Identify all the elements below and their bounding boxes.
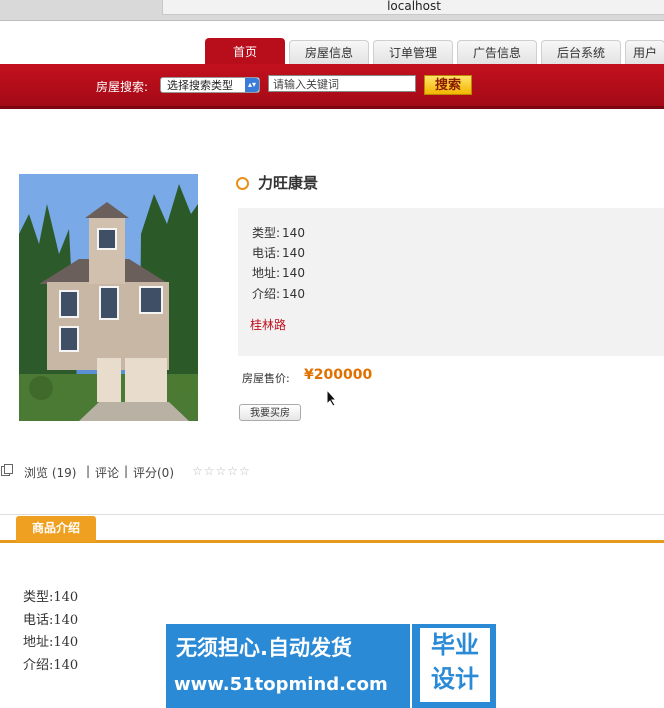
- detail-type-value: 140: [53, 590, 79, 605]
- detail-type: 类型:140: [23, 586, 78, 605]
- product-title: 力旺康景: [258, 174, 319, 192]
- info-address: 地址: 140: [250, 264, 305, 281]
- address-bar[interactable]: localhost: [162, 0, 664, 15]
- watermark-badge: 毕业 设计: [410, 624, 496, 708]
- search-button[interactable]: 搜索: [424, 75, 472, 95]
- select-arrows-icon: ▴▾: [245, 78, 259, 92]
- price-value: ¥200000: [304, 367, 373, 383]
- info-intro: 介绍: 140: [250, 285, 305, 302]
- detail-address-label: 地址:: [23, 635, 54, 650]
- info-type-value: 140: [282, 226, 305, 240]
- watermark-url: www.51topmind.com: [174, 674, 388, 695]
- tab-order-management[interactable]: 订单管理: [373, 40, 453, 64]
- buy-house-button[interactable]: 我要买房: [239, 404, 301, 421]
- tab-house-info[interactable]: 房屋信息: [289, 40, 369, 64]
- stats-separator: |: [124, 464, 129, 478]
- info-intro-label: 介绍:: [252, 287, 281, 301]
- detail-intro-label: 介绍:: [23, 658, 54, 673]
- info-address-value: 140: [282, 266, 305, 280]
- search-input[interactable]: 请输入关键词: [268, 75, 416, 92]
- bullet-icon: [236, 177, 249, 190]
- mouse-cursor-icon: [326, 389, 338, 407]
- section-header: [0, 514, 664, 543]
- tab-product-intro[interactable]: 商品介绍: [16, 516, 96, 542]
- detail-address-value: 140: [53, 635, 79, 650]
- rating-count: 评分(0): [133, 466, 174, 480]
- search-type-select[interactable]: 选择搜索类型 ▴▾: [160, 77, 260, 93]
- product-info-box: 类型: 140 电话: 140 地址: 140 介绍: 140 桂林路: [238, 208, 664, 356]
- section-divider: [0, 540, 664, 543]
- watermark-badge-line2: 设计: [431, 665, 479, 693]
- detail-phone: 电话:140: [23, 609, 78, 628]
- detail-address: 地址:140: [23, 631, 78, 650]
- watermark-badge-line1: 毕业: [431, 631, 479, 659]
- info-phone: 电话: 140: [250, 244, 305, 261]
- tab-ad-info[interactable]: 广告信息: [457, 40, 537, 64]
- detail-intro: 介绍:140: [23, 654, 78, 673]
- rating-stars-icon[interactable]: ☆☆☆☆☆: [192, 464, 251, 478]
- browser-bar: localhost: [0, 0, 664, 21]
- info-phone-value: 140: [282, 246, 305, 260]
- tab-backend-system[interactable]: 后台系统: [541, 40, 621, 64]
- detail-phone-value: 140: [53, 613, 79, 628]
- info-type-label: 类型:: [252, 226, 281, 240]
- detail-intro-value: 140: [53, 658, 79, 673]
- detail-phone-label: 电话:: [23, 613, 54, 628]
- info-address-label: 地址:: [252, 266, 281, 280]
- detail-type-label: 类型:: [23, 590, 54, 605]
- info-intro-value: 140: [282, 287, 305, 301]
- document-icon: [1, 464, 13, 476]
- house-photo: [19, 174, 198, 421]
- tab-user[interactable]: 用户: [625, 40, 664, 64]
- price-label: 房屋售价:: [242, 372, 290, 385]
- search-bar: 房屋搜索: 选择搜索类型 ▴▾ 请输入关键词 搜索: [0, 64, 664, 109]
- comments-link[interactable]: 评论: [95, 464, 119, 481]
- search-type-value: 选择搜索类型: [167, 79, 233, 92]
- search-label: 房屋搜索:: [96, 80, 149, 94]
- watermark-badge-text: 毕业 设计: [420, 628, 490, 702]
- watermark-banner: 无须担心.自动发货 www.51topmind.com: [166, 624, 410, 708]
- info-type: 类型: 140: [250, 224, 305, 241]
- tab-home[interactable]: 首页: [205, 38, 285, 64]
- stats-separator: |: [86, 464, 91, 478]
- info-phone-label: 电话:: [252, 246, 281, 260]
- views-count: 浏览 (19): [24, 466, 77, 480]
- location-link[interactable]: 桂林路: [250, 316, 286, 333]
- watermark-slogan: 无须担心.自动发货: [176, 636, 352, 660]
